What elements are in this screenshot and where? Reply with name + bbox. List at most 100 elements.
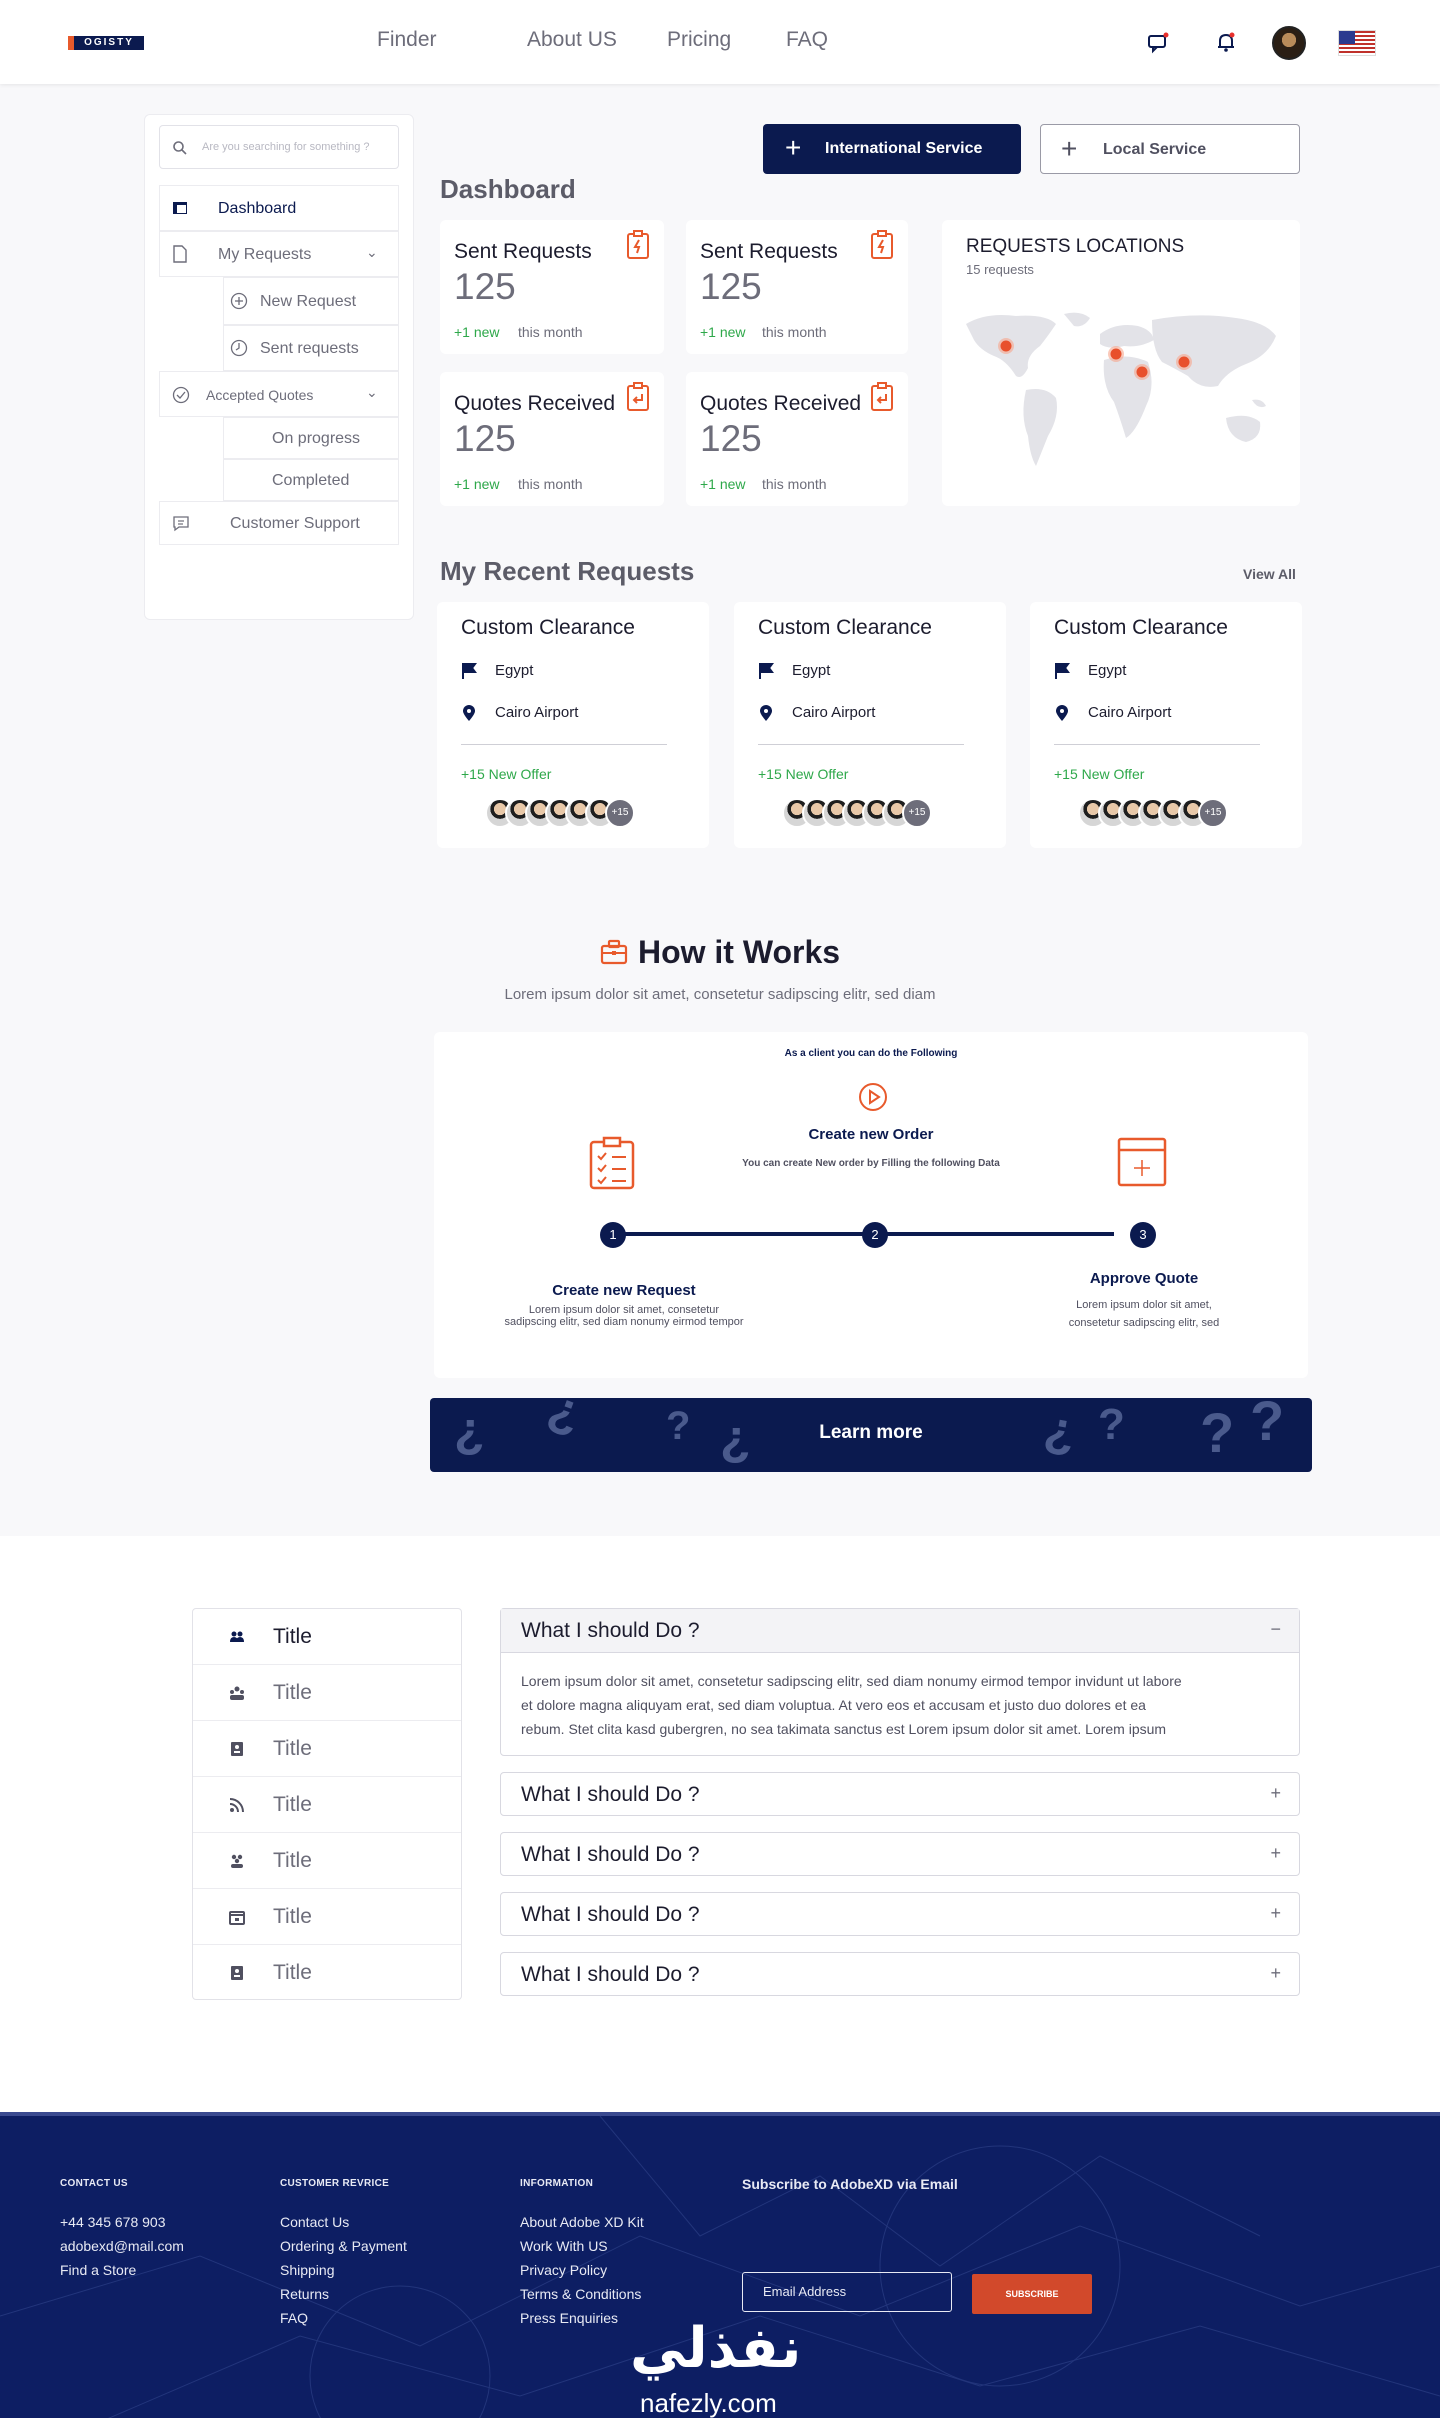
stat-card[interactable]: Sent Requests 125 +1 new this month [686,220,908,354]
collapse-icon[interactable]: − [1270,1619,1281,1640]
clock-icon [230,339,248,357]
footer-link[interactable]: Contact Us [280,2214,349,2230]
sidebar-item-my-requests[interactable]: My Requests ⌄ [159,231,399,277]
calendar-icon [229,1911,245,1925]
location-pin-icon [760,705,772,721]
logo[interactable]: OGISTY [68,36,144,50]
top-navbar: OGISTY Finder About US Pricing FAQ [0,0,1440,84]
step-2-circle[interactable]: 2 [862,1222,888,1248]
checklist-icon [589,1136,635,1190]
faq-item[interactable]: What I should Do ? + [500,1892,1300,1936]
sidebar: Are you searching for something ? Dashbo… [144,114,414,620]
expand-icon[interactable]: + [1270,1843,1281,1864]
subscribe-button[interactable]: SUBSCRIBE [972,2274,1092,2314]
sidebar-item-dashboard[interactable]: Dashboard [159,185,399,231]
faq-topic[interactable]: Title [193,1889,461,1945]
us-flag-icon[interactable] [1338,30,1376,56]
button-label: Local Service [1103,141,1207,158]
chevron-down-icon: ⌄ [366,384,378,400]
footer-link[interactable]: Shipping [280,2262,335,2278]
faq-topic[interactable]: Title [193,1777,461,1833]
sidebar-item-completed[interactable]: Completed [223,459,399,501]
request-card[interactable]: Custom Clearance Egypt Cairo Airport +15… [1030,602,1302,848]
footer-link[interactable]: FAQ [280,2310,308,2326]
footer-link[interactable]: Press Enquiries [520,2310,618,2326]
faq-topic[interactable]: Title [193,1945,461,2001]
subscribe-heading: Subscribe to AdobeXD via Email [742,2176,958,2192]
step-1-text-line: Lorem ipsum dolor sit amet, consetetur [528,1304,720,1316]
step-1-text: Lorem ipsum dolor sit amet, consetetur sa… [474,1304,774,1328]
sidebar-item-sent-requests[interactable]: Sent requests [223,325,399,371]
email-field[interactable]: Email Address [742,2272,952,2312]
request-card[interactable]: Custom Clearance Egypt Cairo Airport +15… [437,602,709,848]
step-1-circle[interactable]: 1 [600,1222,626,1248]
sidebar-item-customer-support[interactable]: Customer Support [159,501,399,545]
stat-period: this month [762,476,827,492]
users-icon [230,1631,244,1642]
sidebar-item-label: On progress [272,430,361,447]
faq-topic[interactable]: Title [193,1609,461,1665]
faq-topic-label: Title [273,1905,312,1928]
create-order-title: Create new Order [808,1126,934,1143]
nav-pricing[interactable]: Pricing [667,28,731,52]
footer-link[interactable]: Privacy Policy [520,2262,607,2278]
local-service-button[interactable]: + Local Service [1040,124,1300,174]
stat-card[interactable]: Quotes Received 125 +1 new this month [686,372,908,506]
expand-icon[interactable]: + [1270,1783,1281,1804]
faq-item[interactable]: What I should Do ? + [500,1952,1300,1996]
flag-icon [759,663,774,679]
international-service-button[interactable]: + International Service [763,124,1021,174]
footer-phone[interactable]: +44 345 678 903 [60,2214,166,2230]
faq-item[interactable]: What I should Do ? + [500,1772,1300,1816]
nav-finder[interactable]: Finder [377,28,437,52]
learn-more-label: Learn more [819,1422,923,1443]
expand-icon[interactable]: + [1270,1903,1281,1924]
bell-icon[interactable] [1214,30,1238,54]
nav-faq[interactable]: FAQ [786,28,828,52]
location-label: Cairo Airport [495,704,579,721]
clipboard-return-icon [871,382,893,411]
sidebar-item-accepted-quotes[interactable]: Accepted Quotes ⌄ [159,371,399,417]
footer-link[interactable]: Terms & Conditions [520,2286,641,2302]
briefcase-icon [600,939,628,965]
faq-topic[interactable]: Title [193,1833,461,1889]
create-order-subtitle: You can create New order by Filling the … [742,1158,1000,1169]
faq-topic-label: Title [273,1737,312,1760]
search-box[interactable]: Are you searching for something ? [159,125,399,169]
learn-more-button[interactable]: ? ? ? ? ? ? ? ? Learn more [430,1398,1312,1472]
stat-card[interactable]: Quotes Received 125 +1 new this month [440,372,664,506]
offer-count: +15 New Offer [758,766,849,782]
user-avatar[interactable] [1272,26,1306,60]
request-title: Custom Clearance [1054,616,1228,639]
sidebar-item-new-request[interactable]: New Request [223,277,399,325]
clipboard-return-icon [627,382,649,411]
requests-locations-card[interactable]: REQUESTS LOCATIONS 15 requests [942,220,1300,506]
sidebar-item-on-progress[interactable]: On progress [223,417,399,459]
stat-card[interactable]: Sent Requests 125 +1 new this month [440,220,664,354]
request-card[interactable]: Custom Clearance Egypt Cairo Airport +15… [734,602,1006,848]
view-all-link[interactable]: View All [1243,566,1296,582]
location-pin-icon [1056,705,1068,721]
step-3-text-line: Lorem ipsum dolor sit amet, [1076,1299,1212,1311]
stat-new: +1 new [700,324,746,340]
calendar-plus-icon[interactable] [1116,1136,1168,1188]
message-icon[interactable] [1146,30,1170,54]
footer-link[interactable]: Ordering & Payment [280,2238,407,2254]
faq-item[interactable]: What I should Do ? + [500,1832,1300,1876]
faq-topic[interactable]: Title [193,1665,461,1721]
stat-new: +1 new [454,476,500,492]
watermark-url: nafezly.com [640,2388,777,2418]
faq-topic[interactable]: Title [193,1721,461,1777]
nav-about[interactable]: About US [527,28,617,52]
footer-email[interactable]: adobexd@mail.com [60,2238,184,2254]
step-3-circle[interactable]: 3 [1130,1222,1156,1248]
footer-link[interactable]: Find a Store [60,2262,136,2278]
dashboard-icon [173,202,187,214]
footer-link[interactable]: Work With US [520,2238,608,2254]
faq-item-open[interactable]: What I should Do ? − Lorem ipsum dolor s… [500,1608,1300,1756]
faq-question: What I should Do ? [521,1903,700,1926]
footer-link[interactable]: About Adobe XD Kit [520,2214,644,2230]
footer-link[interactable]: Returns [280,2286,329,2302]
expand-icon[interactable]: + [1270,1963,1281,1984]
play-circle-icon[interactable] [858,1082,888,1112]
